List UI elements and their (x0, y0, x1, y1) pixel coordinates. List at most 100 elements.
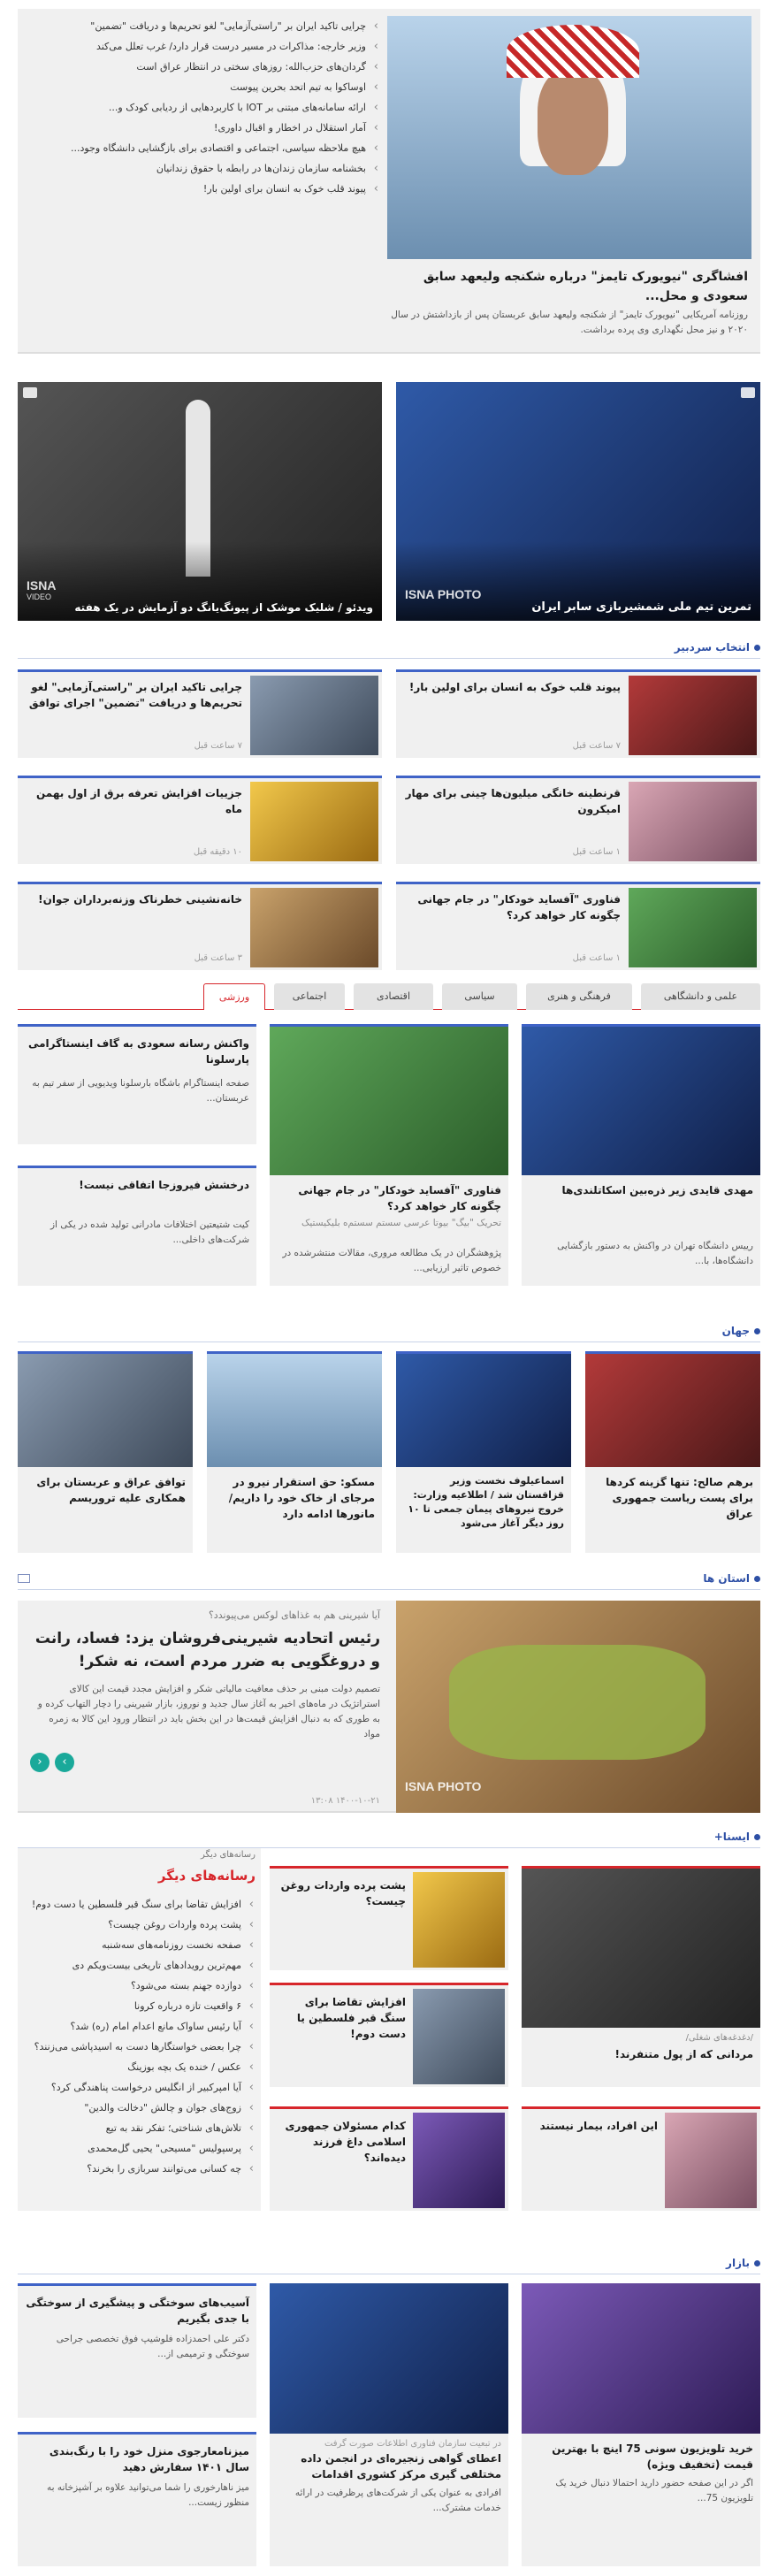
other-item[interactable]: چه کسانی می‌توانند سربازی را بخرند؟ (24, 2159, 256, 2179)
photo-caption[interactable]: تمرین تیم ملی شمشیربازی سابر ایران (531, 600, 751, 614)
hero-title[interactable]: افشاگری "نیویورک تایمز" درباره شکنجه ولی… (390, 267, 748, 306)
editor-title[interactable]: چرایی تاکید ایران بر "راستی‌آزمایی" لغو … (26, 679, 242, 711)
bazar-card[interactable]: میزنامعارجوی منزل خود را با رنگ‌بندی سال… (18, 2432, 256, 2566)
bazar-card[interactable]: آسیب‌های سوختگی و پیشگیری از سوختگی با ج… (18, 2283, 256, 2418)
isna-card[interactable]: افزایش تقاضا برای سنگ قبر فلسطین یا دست … (270, 1983, 508, 2087)
bazar-title[interactable]: میزنامعارجوی منزل خود را با رنگ‌بندی سال… (18, 2435, 256, 2475)
list-item[interactable]: بخشنامه سازمان زندان‌ها در رابطه با حقوق… (27, 158, 380, 179)
video-card[interactable]: ISNA VIDEO ویدئو / شلیک موشک از پیونگ‌یان… (18, 382, 382, 621)
editor-title[interactable]: پیوند قلب خوک به انسان برای اولین بار! (404, 679, 621, 695)
world-title[interactable]: مسکو: حق استقرار نیرو در مرجای از خاک خو… (207, 1467, 382, 1529)
isna-card-title[interactable]: افزایش تقاضا برای سنگ قبر فلسطین یا دست … (278, 1994, 406, 2042)
bazar-lead: اگر در این صفحه حضور دارید احتمالا دنبال… (555, 2478, 753, 2503)
video-caption[interactable]: ویدئو / شلیک موشک از پیونگ‌یانگ دو آزمای… (74, 601, 373, 614)
bazar-title[interactable]: آسیب‌های سوختگی و پیشگیری از سوختگی با ج… (18, 2286, 256, 2327)
other-item[interactable]: تلاش‌های شناختی؛ تفکر نقد به تیع (24, 2118, 256, 2138)
province-feature[interactable]: ISNA PHOTO آیا شیرینی هم به غذاهای لوکس … (18, 1601, 760, 1813)
other-item[interactable]: دوازده جهنم بسته می‌شود؟ (24, 1976, 256, 1996)
isna-card-image (665, 2113, 757, 2208)
editor-card[interactable]: چرایی تاکید ایران بر "راستی‌آزمایی" لغو … (18, 669, 382, 758)
tab-mid-title[interactable]: فناوری "آفساید خودکار" در جام جهانی چگون… (277, 1182, 501, 1214)
other-item[interactable]: زوج‌های جوان و چالش "دخالت والدین" (24, 2098, 256, 2118)
editor-card[interactable]: جزییات افزایش تعرفه برق از اول بهمن ماه … (18, 776, 382, 864)
bazar-title[interactable]: خرید تلویزیون سونی 75 اینچ با بهترین قیم… (522, 2434, 760, 2473)
tab-left2-title[interactable]: درخشش فیروزجا اتفاقی نیست! (25, 1177, 249, 1193)
world-header: جهان (18, 1325, 760, 1342)
province-date: ۱۴۰۰-۱۰-۲۱ ۱۳:۰۸ (310, 1796, 380, 1806)
tab-left2-card[interactable]: درخشش فیروزجا اتفاقی نیست! کیت شتیعتین ا… (18, 1166, 256, 1286)
tab-left1-title[interactable]: واکنش رسانه سعودی به گاف اینستاگرامی پار… (25, 1036, 249, 1067)
list-item[interactable]: پیوند قلب خوک به انسان برای اولین بار! (27, 179, 380, 199)
other-item[interactable]: پشت پرده واردات روغن چیست؟ (24, 1915, 256, 1935)
world-title[interactable]: اسماعیلوف نخست وزیر قزاقستان شد / اطلاعی… (396, 1467, 571, 1538)
photo-card[interactable]: ISNA PHOTO تمرین تیم ملی شمشیربازی سابر … (396, 382, 760, 621)
isna-card[interactable]: این افراد، بیمار نیستند (522, 2106, 760, 2211)
tab-science[interactable]: علمی و دانشگاهی (641, 983, 760, 1010)
next-arrow[interactable]: › (55, 1753, 74, 1772)
world-title[interactable]: توافق عراق و عربستان برای همکاری علیه تر… (18, 1467, 193, 1513)
bazar-heading-text: بازار (726, 2257, 750, 2269)
bazar-card[interactable]: در تبعیت سازمان فناوری اطلاعات صورت گرفت… (270, 2283, 508, 2566)
editor-card[interactable]: قرنطینه خانگی میلیون‌ها چینی برای مهار ا… (396, 776, 760, 864)
isna-video-logo: ISNA VIDEO (27, 578, 56, 601)
tab-main-lead: رییس دانشگاه تهران در واکنش به دستور باز… (557, 1241, 753, 1266)
isna-card[interactable]: کدام مسئولان جمهوری اسلامی داغ فرزند دید… (270, 2106, 508, 2211)
tab-economy[interactable]: اقتصادی (354, 983, 433, 1010)
prev-arrow[interactable]: ‹ (30, 1753, 50, 1772)
editor-card[interactable]: پیوند قلب خوک به انسان برای اولین بار! ۷… (396, 669, 760, 758)
other-item[interactable]: چرا بعضی خواستگارها دست به اسیدپاشی می‌ز… (24, 2037, 256, 2057)
editor-title[interactable]: خانه‌نشینی خطرناک وزنه‌برداران جوان! (26, 891, 242, 907)
tab-left1-card[interactable]: واکنش رسانه سعودی به گاف اینستاگرامی پار… (18, 1024, 256, 1144)
world-card[interactable]: اسماعیلوف نخست وزیر قزاقستان شد / اطلاعی… (396, 1351, 571, 1553)
world-card[interactable]: برهم صالح: تنها گزینه کردها برای پست ریا… (585, 1351, 760, 1553)
isna-card-title[interactable]: مردانی که از پول متنفرند! (522, 2043, 760, 2066)
isna-card-large[interactable]: /دغدغه‌های شغلی/ مردانی که از پول متنفرن… (522, 1866, 760, 2087)
bazar-card[interactable]: خرید تلویزیون سونی 75 اینچ با بهترین قیم… (522, 2283, 760, 2566)
list-item[interactable]: اوساکوا به تیم اتحد بحرین پیوست (27, 77, 380, 97)
editor-title[interactable]: فناوری "آفساید خودکار" در جام جهانی چگون… (404, 891, 621, 923)
editor-time: ۷ ساعت قبل (572, 741, 621, 751)
list-item[interactable]: آمار استقلال در اخطار و اقبال داوری! (27, 118, 380, 138)
world-title[interactable]: برهم صالح: تنها گزینه کردها برای پست ریا… (585, 1467, 760, 1529)
editor-card[interactable]: فناوری "آفساید خودکار" در جام جهانی چگون… (396, 882, 760, 970)
isna-card-title[interactable]: پشت پرده واردات روغن چیست؟ (278, 1877, 406, 1909)
provinces-header: استان ها (18, 1572, 760, 1590)
tab-culture[interactable]: فرهنگی و هنری (526, 983, 632, 1010)
editor-title[interactable]: قرنطینه خانگی میلیون‌ها چینی برای مهار ا… (404, 785, 621, 817)
editor-card[interactable]: خانه‌نشینی خطرناک وزنه‌برداران جوان! ۳ س… (18, 882, 382, 970)
other-item[interactable]: صفحه نخست روزنامه‌های سه‌شنبه (24, 1935, 256, 1955)
world-card[interactable]: مسکو: حق استقرار نیرو در مرجای از خاک خو… (207, 1351, 382, 1553)
other-item[interactable]: آیا رئیس ساواک مانع اعدام امام (ره) شد؟ (24, 2016, 256, 2037)
video-icon (23, 387, 37, 398)
tab-mid-card[interactable]: فناوری "آفساید خودکار" در جام جهانی چگون… (270, 1024, 508, 1286)
headline-list: چرایی تاکید ایران بر "راستی‌آزمایی" لغو … (27, 16, 380, 199)
provinces-heading-text: استان ها (703, 1572, 750, 1585)
isna-card[interactable]: پشت پرده واردات روغن چیست؟ (270, 1866, 508, 1970)
other-item[interactable]: پرسپولیس "مسیحی" یحیی گل‌محمدی (24, 2138, 256, 2159)
list-item[interactable]: وزیر خارجه: مذاکرات در مسیر درست قرار دا… (27, 36, 380, 57)
hero-image[interactable] (387, 16, 751, 259)
other-item[interactable]: مهم‌ترین رویدادهای تاریخی بیست‌ویکم دی (24, 1955, 256, 1976)
bazar-title[interactable]: اعطای گواهی زنجیره‌ای در انجمن داده مختل… (270, 2449, 508, 2482)
tab-sports[interactable]: ورزشی (203, 983, 265, 1010)
list-item[interactable]: هیچ ملاحظه سیاسی، اجتماعی و اقتصادی برای… (27, 138, 380, 158)
list-item[interactable]: ارائه سامانه‌های مبتنی بر IOT با کاربرده… (27, 97, 380, 118)
bazar-kicker: در تبعیت سازمان فناوری اطلاعات صورت گرفت (324, 2439, 501, 2449)
world-card[interactable]: توافق عراق و عربستان برای همکاری علیه تر… (18, 1351, 193, 1553)
tab-main-card[interactable]: مهدی قایدی زیر ذره‌بین اسکاتلندی‌ها رییس… (522, 1024, 760, 1286)
isna-card-title[interactable]: کدام مسئولان جمهوری اسلامی داغ فرزند دید… (278, 2118, 406, 2166)
editor-title[interactable]: جزییات افزایش تعرفه برق از اول بهمن ماه (26, 785, 242, 817)
province-title[interactable]: رئیس اتحادیه شیرینی‌فروشان یزد: فساد، را… (31, 1627, 380, 1673)
other-item[interactable]: عکس / خنده یک بچه بوزینگ (24, 2057, 256, 2077)
tab-social[interactable]: اجتماعی (274, 983, 345, 1010)
hero-lead: روزنامه آمریکایی "نیویورک تایمز" از شکنج… (391, 310, 748, 335)
other-item[interactable]: ۶ واقعیت تازه درباره کرونا (24, 1996, 256, 2016)
list-item[interactable]: گردان‌های حزب‌الله: روزهای سختی در انتظا… (27, 57, 380, 77)
bazar-header: بازار (18, 2257, 760, 2274)
list-item[interactable]: چرایی تاکید ایران بر "راستی‌آزمایی" لغو … (27, 16, 380, 36)
tab-main-title[interactable]: مهدی قایدی زیر ذره‌بین اسکاتلندی‌ها (529, 1182, 753, 1198)
isna-card-title[interactable]: این افراد، بیمار نیستند (530, 2118, 658, 2134)
other-item[interactable]: آیا امپرکبیر از انگلیس درخواست پناهندگی … (24, 2077, 256, 2098)
other-item[interactable]: افزایش تقاضا برای سنگ قبر فلسطین یا دست … (24, 1894, 256, 1915)
tab-politics[interactable]: سیاسی (442, 983, 517, 1010)
